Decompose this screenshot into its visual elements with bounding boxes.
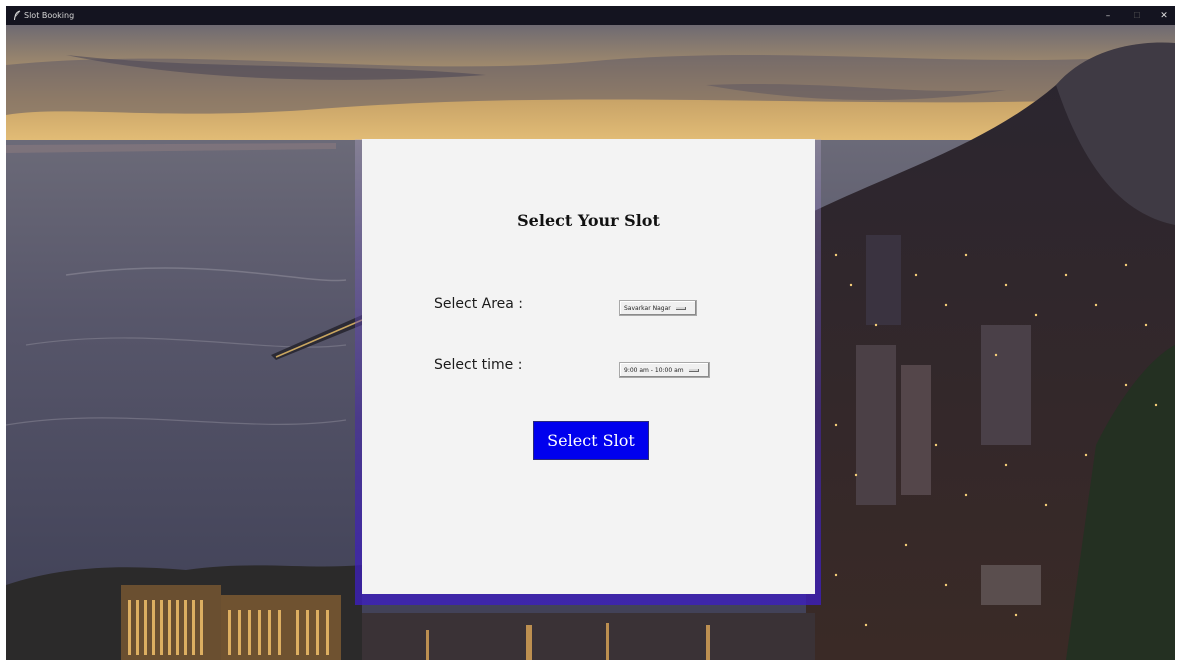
area-dropdown-value: Savarkar Nagar: [624, 304, 671, 312]
screen: Slot Booking – ☐ ✕ Select Your Slot Sele…: [0, 0, 1177, 662]
area-dropdown[interactable]: Savarkar Nagar: [619, 300, 697, 316]
dropdown-indicator-icon: [675, 306, 686, 310]
time-label: Select time :: [434, 357, 523, 373]
feather-icon: [14, 10, 21, 21]
area-label: Select Area :: [434, 296, 524, 312]
dropdown-indicator-icon: [688, 368, 699, 372]
app-window: Slot Booking – ☐ ✕ Select Your Slot Sele…: [6, 6, 1175, 660]
window-title: Slot Booking: [24, 11, 75, 20]
form-heading: Select Your Slot: [517, 211, 660, 230]
maximize-icon: ☐: [1133, 11, 1141, 20]
time-dropdown-value: 9:00 am - 10:00 am: [624, 366, 684, 374]
close-icon: ✕: [1160, 10, 1168, 21]
title-bar: Slot Booking – ☐ ✕: [6, 6, 1175, 25]
minimize-icon: –: [1105, 10, 1111, 21]
time-dropdown[interactable]: 9:00 am - 10:00 am: [619, 362, 710, 378]
minimize-button[interactable]: –: [1094, 6, 1122, 25]
close-button[interactable]: ✕: [1150, 6, 1175, 25]
slot-form-panel: Select Your Slot Select Area : Savarkar …: [362, 139, 815, 594]
select-slot-button[interactable]: Select Slot: [533, 421, 649, 460]
maximize-button[interactable]: ☐: [1123, 6, 1151, 25]
